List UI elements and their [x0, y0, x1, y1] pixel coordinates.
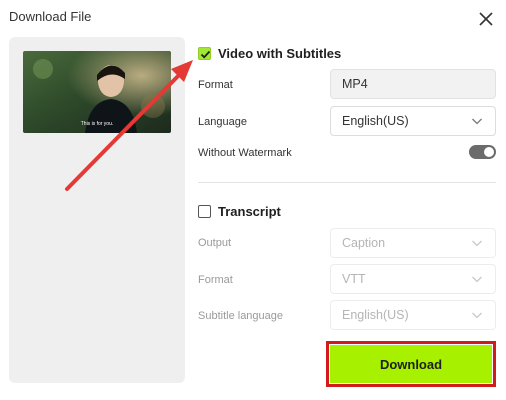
- video-subtitles-title: Video with Subtitles: [218, 46, 342, 61]
- transcript-format-label: Format: [198, 274, 233, 286]
- video-subtitles-checkbox[interactable]: [198, 47, 211, 60]
- chevron-down-icon: [472, 312, 482, 319]
- output-value: Caption: [342, 236, 386, 250]
- chevron-down-icon: [472, 276, 482, 283]
- watermark-toggle[interactable]: [469, 145, 496, 159]
- subtitle-language-value: English(US): [342, 308, 409, 322]
- preview-panel: This is for you.: [9, 37, 185, 383]
- checkmark-icon: [200, 50, 211, 59]
- chevron-down-icon: [472, 240, 482, 247]
- watermark-label: Without Watermark: [198, 147, 292, 159]
- section-divider: [198, 182, 496, 183]
- video-thumbnail: This is for you.: [23, 51, 171, 133]
- language-value: English(US): [342, 114, 409, 128]
- format-value: MP4: [342, 77, 368, 91]
- output-select[interactable]: Caption: [330, 228, 496, 258]
- language-select[interactable]: English(US): [330, 106, 496, 136]
- chevron-down-icon: [472, 118, 482, 125]
- language-label: Language: [198, 116, 247, 128]
- transcript-format-value: VTT: [342, 272, 366, 286]
- transcript-title: Transcript: [218, 204, 281, 219]
- transcript-format-select[interactable]: VTT: [330, 264, 496, 294]
- dialog-title: Download File: [9, 9, 92, 24]
- subtitle-caption: This is for you.: [80, 121, 114, 127]
- subtitle-language-label: Subtitle language: [198, 310, 284, 322]
- download-button[interactable]: Download: [330, 345, 492, 383]
- output-label: Output: [198, 237, 232, 249]
- subtitle-language-select[interactable]: English(US): [330, 300, 496, 330]
- close-icon[interactable]: [476, 9, 496, 29]
- toggle-knob: [484, 147, 494, 157]
- download-dialog: Download File This is for you. Video wit…: [0, 0, 506, 400]
- format-label: Format: [198, 79, 233, 91]
- format-field: MP4: [330, 69, 496, 99]
- transcript-checkbox[interactable]: [198, 205, 211, 218]
